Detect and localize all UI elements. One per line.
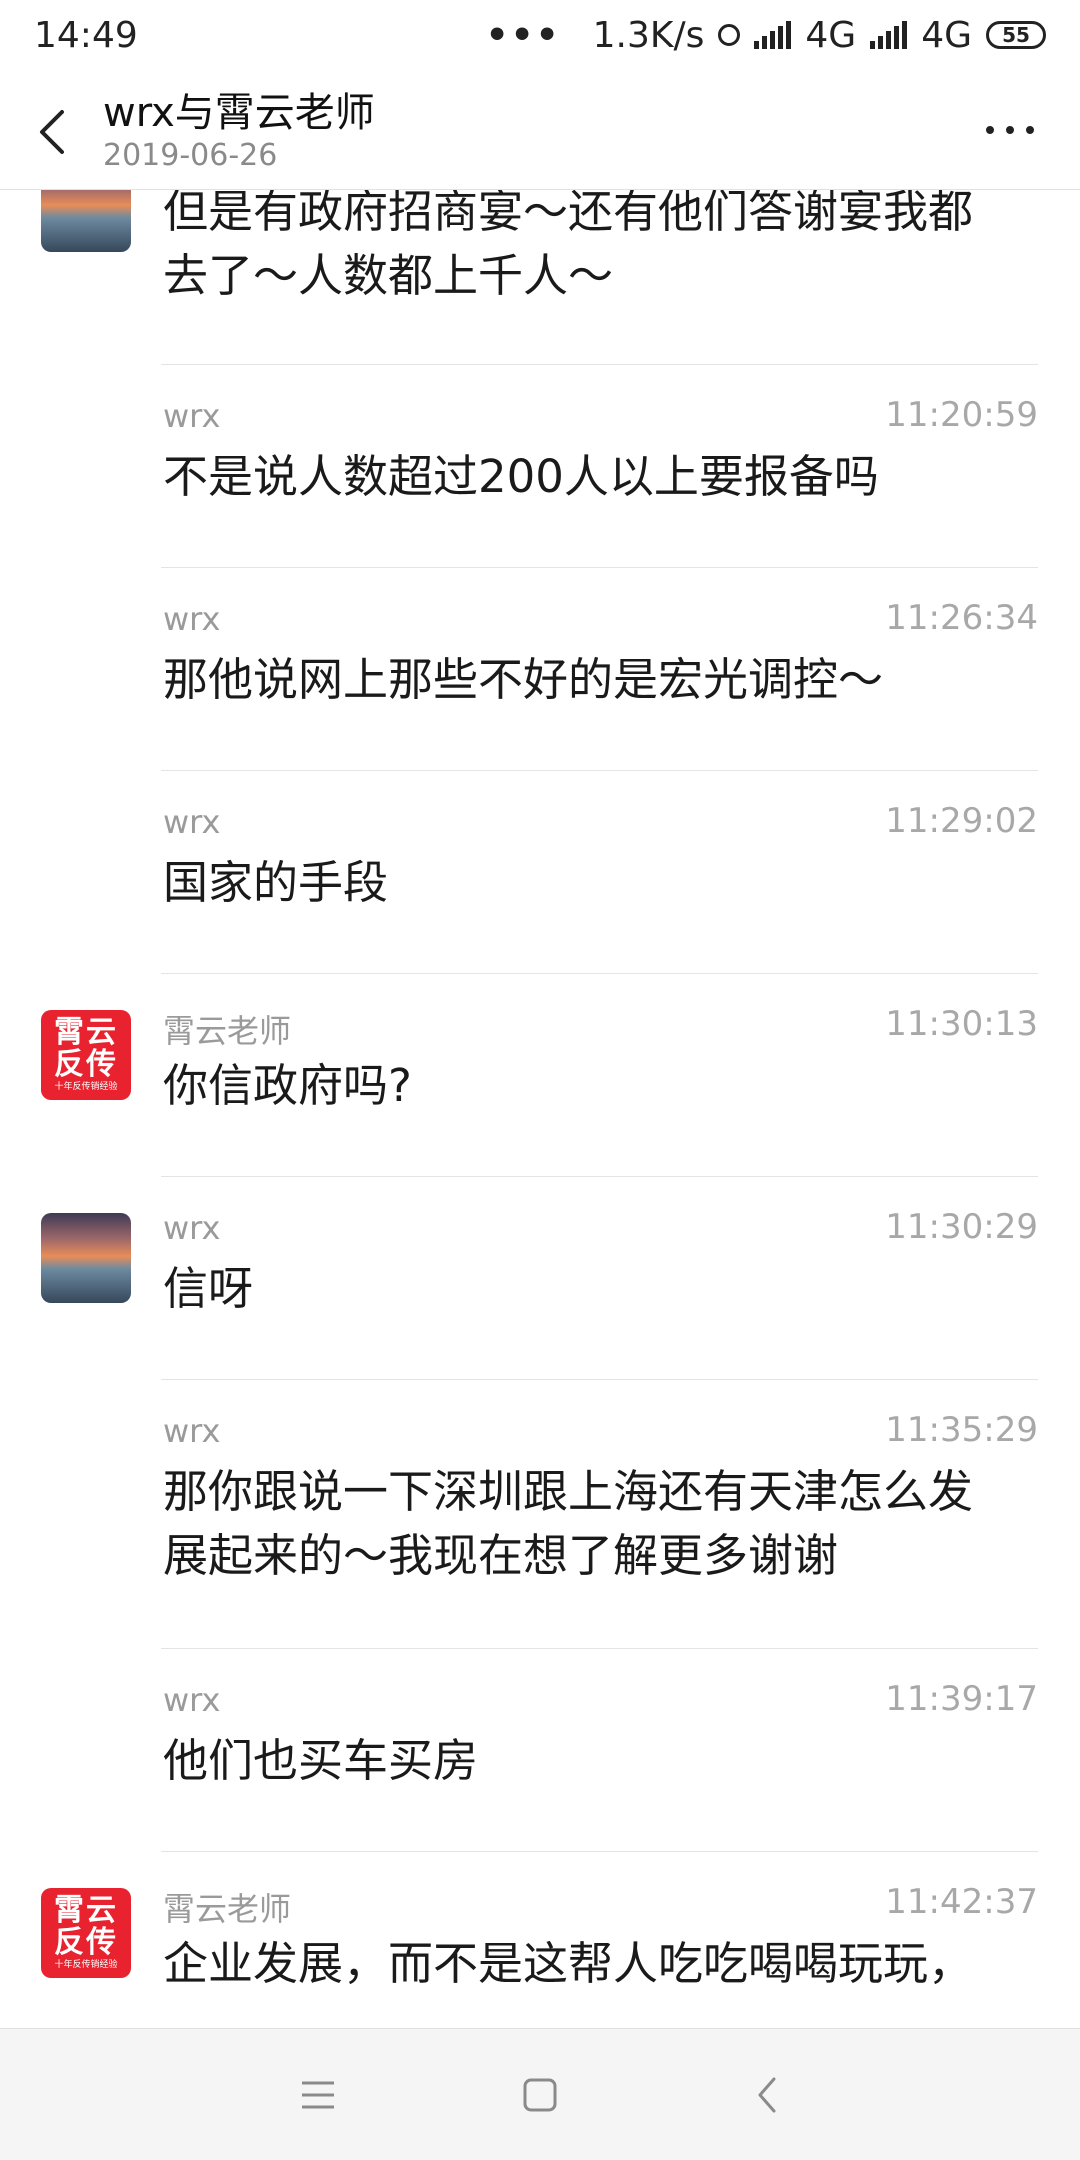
sender-name: wrx	[163, 1412, 221, 1450]
network-speed: 1.3K/s	[592, 14, 705, 56]
divider	[161, 1176, 1038, 1177]
sender-name: 霄云老师	[163, 1890, 292, 1928]
chevron-left-icon	[40, 110, 64, 154]
message-text: 你信政府吗?	[163, 1059, 412, 1112]
chat-header: wrx与霄云老师 2019-06-26	[0, 70, 1080, 190]
message-text: 但是有政府招商宴～还有他们答谢宴我都去了～人数都上千人～	[163, 190, 974, 302]
divider	[161, 1379, 1038, 1380]
page-title: wrx与霄云老师	[103, 90, 375, 136]
menu-icon	[302, 2081, 334, 2109]
divider	[161, 973, 1038, 974]
avatar[interactable]: 霄云 反传 十年反传销经验	[41, 1888, 131, 1978]
hotspot-icon	[718, 24, 741, 46]
system-nav-bar	[0, 2028, 1080, 2160]
battery-icon: 55	[986, 21, 1046, 49]
sender-name: wrx	[163, 1209, 221, 1247]
network-type-1: 4G	[805, 14, 857, 56]
message-time: 11:30:29	[885, 1207, 1038, 1247]
divider	[161, 364, 1038, 365]
chat-date: 2019-06-26	[103, 138, 278, 173]
status-time: 14:49	[34, 14, 138, 56]
nav-home-button[interactable]	[512, 2069, 568, 2121]
battery-level: 55	[1002, 23, 1030, 47]
logo-line-1: 霄云	[54, 1893, 118, 1928]
status-bar: 14:49 ••• 1.3K/s 4G 4G 55	[0, 0, 1080, 70]
network-type-2: 4G	[921, 14, 972, 56]
nav-menu-button[interactable]	[290, 2069, 346, 2121]
sender-name: wrx	[163, 1681, 221, 1719]
status-more-dots: •••	[485, 14, 561, 56]
logo-line-2: 反传	[54, 1925, 118, 1960]
message-text: 国家的手段	[163, 856, 389, 909]
message-time: 11:26:34	[885, 598, 1038, 638]
signal-icon-2	[870, 21, 908, 49]
message-time: 11:42:37	[885, 1882, 1038, 1922]
nav-back-icon	[758, 2077, 776, 2113]
divider	[161, 770, 1038, 771]
message-text: 企业发展，而不是这帮人吃吃喝喝玩玩，	[163, 1937, 974, 1990]
more-dots-icon	[986, 126, 1034, 134]
divider	[161, 1851, 1038, 1852]
divider	[161, 1648, 1038, 1649]
message-time: 11:35:29	[885, 1410, 1038, 1450]
sender-name: 霄云老师	[163, 1012, 292, 1050]
logo-line-2: 反传	[54, 1047, 118, 1082]
message-time: 11:29:02	[885, 801, 1038, 841]
message-list[interactable]: 但是有政府招商宴～还有他们答谢宴我都去了～人数都上千人～ wrx 11:20:5…	[0, 190, 1080, 2028]
sender-name: wrx	[163, 397, 221, 435]
chat-screen: 14:49 ••• 1.3K/s 4G 4G 55 wrx与霄云老师 2019-…	[0, 0, 1080, 2160]
more-options-button[interactable]	[980, 106, 1040, 154]
back-button[interactable]	[30, 100, 80, 160]
message-text: 不是说人数超过200人以上要报备吗	[163, 450, 879, 503]
logo-line-3: 十年反传销经验	[54, 1082, 118, 1092]
logo-line-1: 霄云	[54, 1015, 118, 1050]
message-text: 信呀	[163, 1262, 254, 1315]
avatar[interactable]	[41, 1213, 131, 1303]
message-text: 那他说网上那些不好的是宏光调控～	[163, 653, 884, 706]
signal-icon	[754, 21, 792, 49]
message-text: 那你跟说一下深圳跟上海还有天津怎么发展起来的～我现在想了解更多谢谢	[163, 1465, 974, 1582]
sender-name: wrx	[163, 600, 221, 638]
message-time: 11:20:59	[885, 395, 1038, 435]
message-text: 他们也买车买房	[163, 1734, 479, 1787]
nav-back-button[interactable]	[740, 2069, 796, 2121]
home-square-icon	[523, 2078, 557, 2112]
sender-name: wrx	[163, 803, 221, 841]
divider	[161, 567, 1038, 568]
message-time: 11:30:13	[885, 1004, 1038, 1044]
avatar[interactable]	[41, 190, 131, 252]
message-time: 11:39:17	[885, 1679, 1038, 1719]
avatar[interactable]: 霄云 反传 十年反传销经验	[41, 1010, 131, 1100]
logo-line-3: 十年反传销经验	[54, 1960, 118, 1970]
